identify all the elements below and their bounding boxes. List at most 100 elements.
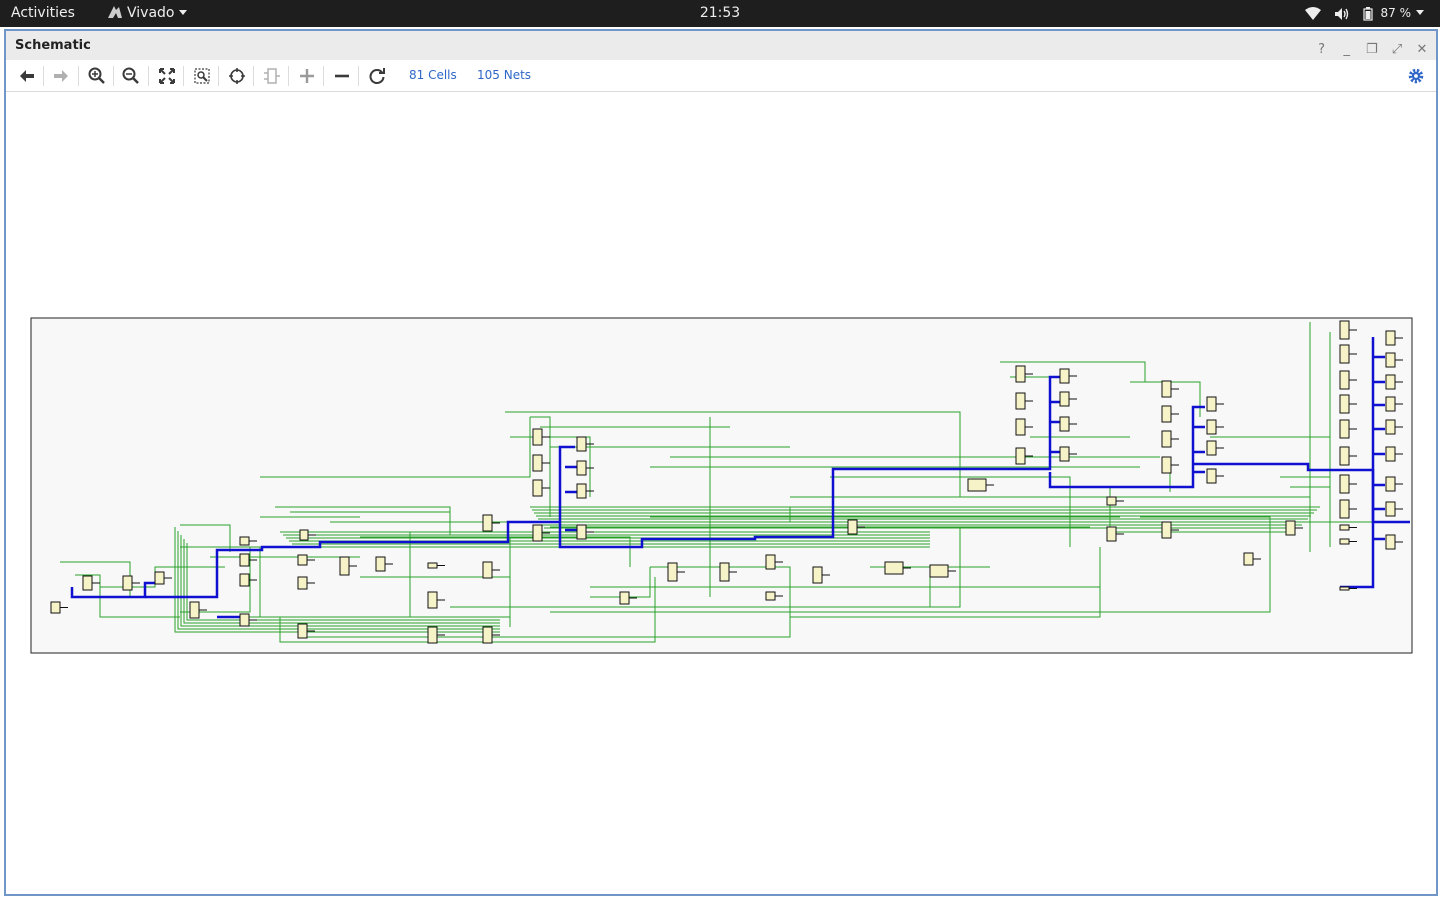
logic-cell bbox=[154, 571, 165, 585]
logic-cell bbox=[1206, 419, 1217, 435]
logic-cell bbox=[532, 454, 543, 472]
logic-cell bbox=[375, 556, 386, 572]
logic-cell bbox=[1015, 447, 1026, 465]
app-menu[interactable]: Vivado bbox=[107, 0, 188, 27]
logic-cell bbox=[1339, 499, 1350, 519]
logic-cell bbox=[667, 562, 678, 582]
schematic-toolbar: 81 Cells 105 Nets bbox=[6, 60, 1436, 92]
logic-cell bbox=[1339, 370, 1350, 390]
system-top-bar: Activities Vivado 21:53 87 % bbox=[0, 0, 1440, 27]
logic-cell bbox=[1385, 330, 1396, 346]
logic-cell bbox=[812, 566, 823, 584]
logic-cell bbox=[299, 529, 309, 541]
schematic-diagram[interactable] bbox=[30, 317, 1413, 654]
logic-cell bbox=[967, 478, 987, 492]
logic-cell bbox=[929, 564, 949, 578]
logic-cell bbox=[1161, 380, 1172, 398]
expand-icon[interactable] bbox=[297, 66, 317, 86]
logic-cell bbox=[532, 479, 543, 497]
back-icon[interactable] bbox=[17, 66, 37, 86]
logic-cell bbox=[847, 519, 858, 535]
logic-cell bbox=[1206, 440, 1217, 456]
chevron-down-icon bbox=[1416, 10, 1424, 15]
crosshair-icon[interactable] bbox=[227, 66, 247, 86]
logic-cell bbox=[1385, 396, 1396, 412]
logic-cell bbox=[1161, 430, 1172, 448]
logic-cell bbox=[1161, 521, 1172, 539]
battery-percent: 87 % bbox=[1380, 6, 1412, 20]
close-icon[interactable]: ✕ bbox=[1414, 42, 1430, 58]
logic-cell bbox=[884, 561, 904, 575]
forward-icon[interactable] bbox=[51, 66, 71, 86]
zoom-in-icon[interactable] bbox=[87, 66, 107, 86]
logic-cell bbox=[1285, 520, 1296, 536]
maximize-icon[interactable]: ⤢ bbox=[1389, 42, 1405, 58]
logic-cell bbox=[482, 626, 493, 644]
logic-cell bbox=[576, 524, 587, 540]
logic-cell bbox=[1059, 416, 1070, 432]
chevron-down-icon bbox=[179, 10, 188, 15]
logic-cell bbox=[50, 601, 61, 614]
logic-cell bbox=[482, 514, 493, 532]
collapse-icon[interactable] bbox=[332, 66, 352, 86]
logic-cell bbox=[765, 591, 776, 601]
logic-cell bbox=[297, 576, 308, 590]
logic-cell bbox=[339, 556, 350, 576]
logic-cell bbox=[1385, 534, 1396, 550]
logic-cell bbox=[576, 483, 587, 499]
logic-cell bbox=[189, 601, 200, 619]
logic-cell bbox=[576, 460, 587, 476]
logic-cell bbox=[297, 623, 308, 639]
logic-cell bbox=[532, 428, 543, 446]
cells-count[interactable]: 81 Cells bbox=[409, 68, 457, 82]
logic-cell bbox=[1015, 365, 1026, 383]
schematic-canvas[interactable] bbox=[6, 92, 1436, 892]
logic-cell bbox=[1339, 586, 1350, 591]
logic-cell bbox=[1385, 501, 1396, 517]
logic-cell bbox=[619, 591, 630, 605]
logic-cell bbox=[427, 562, 438, 569]
minimize-icon[interactable]: _ bbox=[1339, 42, 1355, 58]
logic-cell bbox=[1385, 446, 1396, 462]
zoom-out-icon[interactable] bbox=[121, 66, 141, 86]
zoom-fit-icon[interactable] bbox=[157, 66, 177, 86]
app-menu-label: Vivado bbox=[127, 5, 175, 21]
logic-cell bbox=[239, 613, 250, 627]
wifi-icon bbox=[1305, 6, 1322, 20]
battery-icon bbox=[1363, 6, 1373, 21]
logic-cell bbox=[1385, 419, 1396, 435]
help-icon[interactable]: ? bbox=[1314, 42, 1330, 58]
logic-cell bbox=[1339, 344, 1350, 364]
clock: 21:53 bbox=[0, 0, 1440, 27]
activities-button[interactable]: Activities bbox=[11, 0, 75, 27]
logic-cell bbox=[427, 591, 438, 609]
window-titlebar: Schematic ? _ ❐ ⤢ ✕ bbox=[6, 31, 1436, 60]
gear-icon[interactable] bbox=[1406, 66, 1426, 86]
logic-cell bbox=[1059, 391, 1070, 407]
logic-cell bbox=[576, 436, 587, 452]
logic-cell bbox=[239, 536, 250, 546]
clock-label[interactable]: 21:53 bbox=[700, 5, 740, 21]
logic-cell bbox=[1206, 468, 1217, 484]
ports-icon[interactable] bbox=[262, 66, 282, 86]
regenerate-icon[interactable] bbox=[367, 66, 387, 86]
restore-icon[interactable]: ❐ bbox=[1364, 42, 1380, 58]
logic-cell bbox=[82, 575, 93, 591]
system-tray[interactable]: 87 % bbox=[1296, 0, 1424, 27]
logic-cell bbox=[239, 573, 250, 587]
schematic-frame bbox=[30, 317, 1413, 654]
logic-cell bbox=[719, 562, 730, 582]
nets-count[interactable]: 105 Nets bbox=[477, 68, 531, 82]
logic-cell bbox=[1339, 446, 1350, 466]
logic-cell bbox=[765, 554, 776, 570]
logic-cell bbox=[239, 553, 250, 567]
logic-cell bbox=[1339, 419, 1350, 439]
logic-cell bbox=[1059, 368, 1070, 384]
logic-cell bbox=[532, 524, 543, 542]
logic-cell bbox=[1161, 456, 1172, 474]
volume-icon bbox=[1334, 7, 1349, 20]
zoom-area-icon[interactable] bbox=[192, 66, 212, 86]
logic-cell bbox=[1339, 538, 1350, 545]
logic-cell bbox=[1015, 392, 1026, 410]
logic-cell bbox=[297, 554, 308, 566]
